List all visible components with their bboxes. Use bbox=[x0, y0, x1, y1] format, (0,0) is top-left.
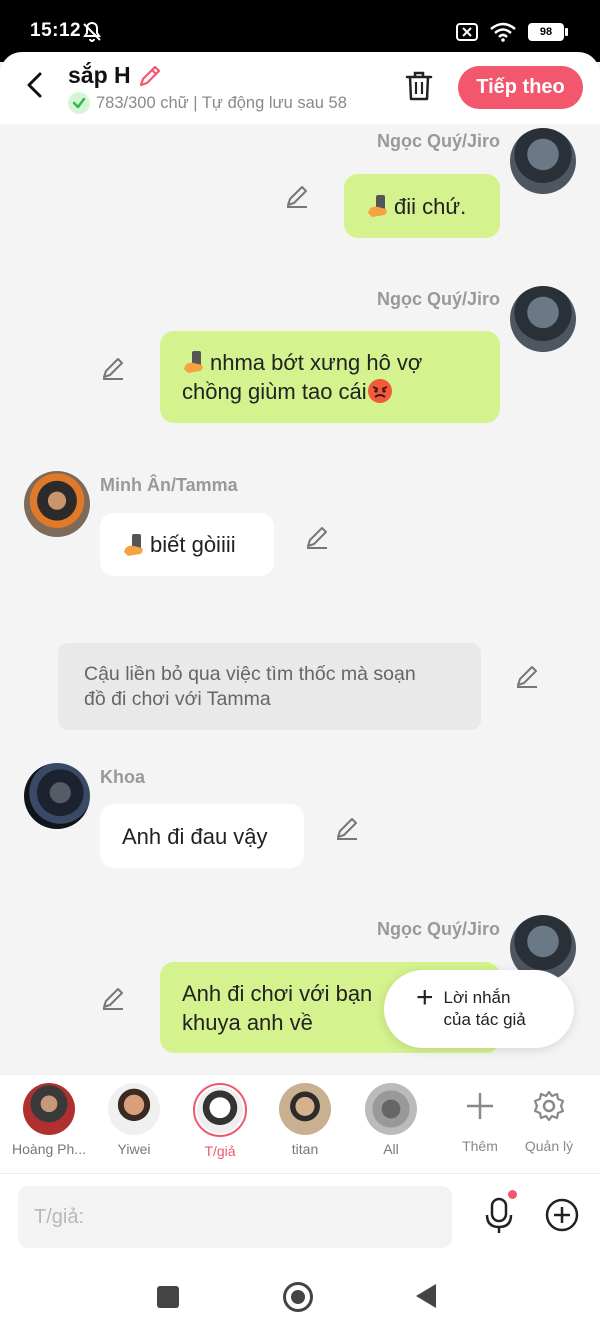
system-nav-bar bbox=[0, 1258, 600, 1333]
battery-level: 98 bbox=[528, 23, 564, 41]
phone-hand-emoji-icon bbox=[122, 532, 148, 558]
character-item-selected[interactable]: T/giả bbox=[175, 1083, 265, 1159]
sim-off-icon bbox=[456, 23, 478, 41]
saved-check-icon bbox=[68, 92, 90, 114]
trash-icon[interactable] bbox=[404, 70, 434, 102]
character-avatar bbox=[193, 1083, 247, 1137]
character-label: Hoàng Ph... bbox=[12, 1141, 86, 1157]
compose-area bbox=[0, 1174, 600, 1258]
author-note-button[interactable]: + Lời nhắn của tác giả bbox=[384, 970, 574, 1048]
message-bubble[interactable]: Anh đi đau vậy bbox=[100, 804, 304, 868]
status-time: 15:12 bbox=[30, 20, 82, 41]
battery-icon: 98 bbox=[528, 23, 568, 41]
story-title[interactable]: sắp H bbox=[68, 62, 131, 89]
recents-button[interactable] bbox=[157, 1286, 179, 1308]
edit-message-icon[interactable] bbox=[284, 183, 310, 209]
manage-label: Quản lý bbox=[524, 1138, 574, 1154]
character-label: T/giả bbox=[204, 1143, 236, 1159]
bell-muted-icon bbox=[83, 21, 101, 42]
phone-hand-emoji-icon bbox=[182, 349, 208, 375]
narration-block[interactable]: Cậu liền bỏ qua việc tìm thốc mà soạn đồ… bbox=[58, 643, 481, 730]
character-item[interactable]: All bbox=[346, 1083, 436, 1157]
message-text-line2: khuya anh về bbox=[182, 1009, 313, 1035]
character-item[interactable]: Yiwei bbox=[89, 1083, 179, 1157]
character-label: Yiwei bbox=[117, 1141, 151, 1157]
word-count-autosave: 783/300 chữ | Tự động lưu sau 58 bbox=[96, 93, 347, 112]
character-avatar bbox=[23, 1083, 75, 1135]
edit-message-icon[interactable] bbox=[100, 985, 126, 1011]
message-text-line1: nhma bớt xưng hô vợ bbox=[210, 350, 423, 375]
angry-face-emoji-icon bbox=[367, 378, 393, 404]
edit-narration-icon[interactable] bbox=[514, 663, 540, 689]
message-bubble[interactable]: nhma bớt xưng hô vợ chồng giùm tao cái bbox=[160, 331, 500, 423]
message-text-line2: chồng giùm tao cái bbox=[182, 379, 367, 404]
sender-name: Ngọc Quý/Jiro bbox=[376, 131, 500, 151]
character-item[interactable]: titan bbox=[260, 1083, 350, 1157]
manage-button[interactable]: Quản lý bbox=[514, 1089, 584, 1154]
message-bubble[interactable]: đii chứ. bbox=[344, 174, 500, 238]
character-avatar bbox=[279, 1083, 331, 1135]
wifi-icon bbox=[490, 22, 516, 42]
narration-line2: đồ đi chơi với Tamma bbox=[84, 687, 271, 710]
author-note-line2: của tác giả bbox=[443, 1010, 526, 1029]
back-button[interactable] bbox=[416, 1284, 436, 1308]
edit-message-icon[interactable] bbox=[334, 815, 360, 841]
home-button[interactable] bbox=[283, 1282, 313, 1312]
message-text: Anh đi đau vậy bbox=[122, 823, 268, 849]
add-label: Thêm bbox=[462, 1138, 498, 1154]
sender-name: Khoa bbox=[100, 767, 145, 787]
character-bar: Hoàng Ph... Yiwei T/giả titan All Thêm Q… bbox=[0, 1074, 600, 1174]
message-bubble[interactable]: biết gòiiii bbox=[100, 513, 274, 576]
message-text-line1: Anh đi chơi với bạn bbox=[182, 980, 373, 1006]
next-button[interactable]: Tiếp theo bbox=[458, 66, 583, 109]
sender-name: Minh Ân/Tamma bbox=[100, 475, 238, 495]
message-input[interactable] bbox=[18, 1186, 452, 1248]
avatar-jiro[interactable] bbox=[510, 286, 576, 352]
avatar-tamma[interactable] bbox=[24, 471, 90, 537]
recording-dot bbox=[508, 1190, 517, 1199]
character-label: All bbox=[383, 1141, 399, 1157]
message-text: biết gòiiii bbox=[150, 532, 236, 557]
plus-icon: + bbox=[416, 981, 434, 1014]
author-note-line1: Lời nhắn bbox=[443, 988, 511, 1007]
add-character-button[interactable]: Thêm bbox=[445, 1089, 515, 1154]
phone-hand-emoji-icon bbox=[366, 193, 392, 219]
edit-message-icon[interactable] bbox=[304, 524, 330, 550]
microphone-icon[interactable] bbox=[482, 1196, 516, 1236]
message-text: đii chứ. bbox=[394, 193, 467, 219]
avatar-khoa[interactable] bbox=[24, 763, 90, 829]
add-circle-icon[interactable] bbox=[545, 1198, 579, 1232]
character-avatar bbox=[108, 1083, 160, 1135]
sender-name: Ngọc Quý/Jiro bbox=[376, 919, 500, 939]
edit-message-icon[interactable] bbox=[100, 355, 126, 381]
sender-name: Ngọc Quý/Jiro bbox=[376, 289, 500, 309]
avatar-jiro[interactable] bbox=[510, 128, 576, 194]
edit-title-icon[interactable] bbox=[137, 63, 163, 89]
plus-icon bbox=[467, 1093, 493, 1119]
character-item[interactable]: Hoàng Ph... bbox=[4, 1083, 94, 1157]
header: sắp H 783/300 chữ | Tự động lưu sau 58 T… bbox=[0, 52, 600, 124]
character-label: titan bbox=[291, 1141, 319, 1157]
gear-icon bbox=[533, 1090, 565, 1122]
narration-line1: Cậu liền bỏ qua việc tìm thốc mà soạn bbox=[84, 662, 416, 685]
character-avatar bbox=[365, 1083, 417, 1135]
back-arrow-icon[interactable] bbox=[20, 68, 50, 102]
